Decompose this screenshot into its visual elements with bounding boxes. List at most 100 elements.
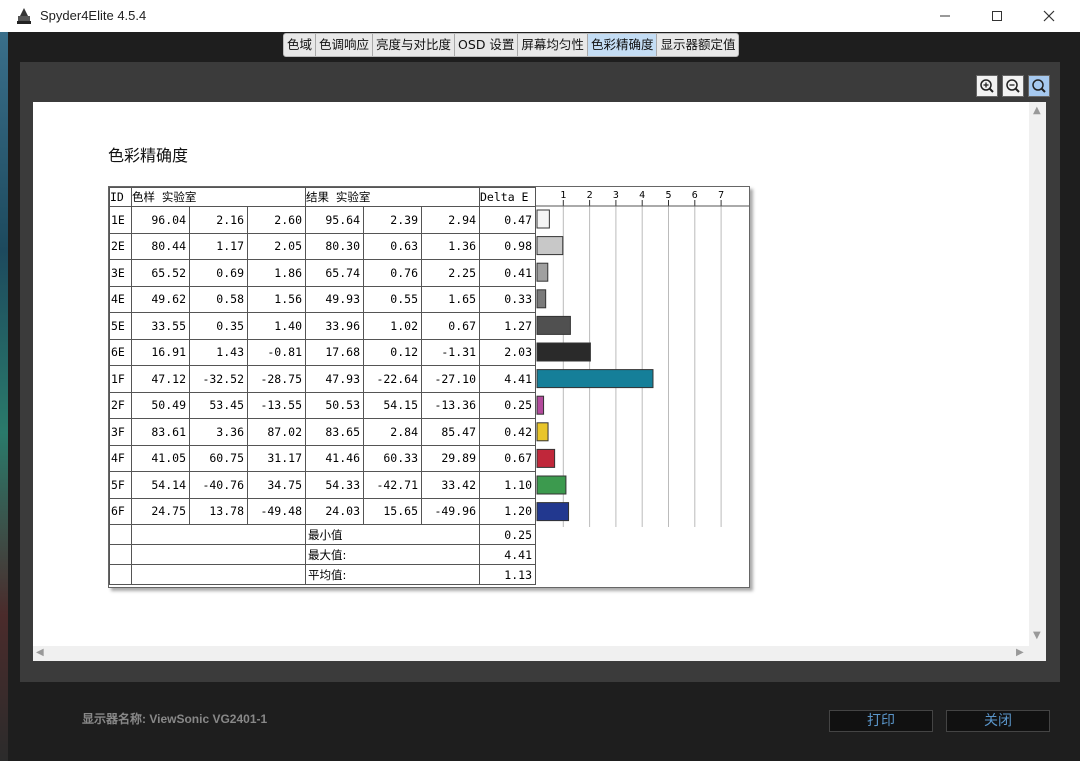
sample-a: 0.58 — [189, 285, 248, 313]
stat-value: 4.41 — [479, 544, 536, 565]
horizontal-scrollbar[interactable]: ◀ ▶ — [33, 646, 1029, 661]
stat-blank — [109, 564, 132, 585]
row-id: 1F — [109, 365, 132, 393]
delta-e-bar-5E — [536, 315, 571, 335]
delta-e-value: 0.42 — [479, 418, 536, 446]
table-row: 5E 33.55 0.35 1.40 33.96 1.02 0.67 1.27 — [109, 312, 536, 340]
tab-5[interactable]: 色彩精确度 — [587, 34, 658, 56]
tab-3[interactable]: OSD 设置 — [455, 34, 519, 56]
sample-l: 16.91 — [131, 338, 190, 366]
result-b: 1.65 — [421, 285, 480, 313]
stat-label: 最小值 — [305, 524, 480, 545]
result-a: 2.84 — [363, 418, 422, 446]
stat-label: 平均值: — [305, 564, 480, 585]
close-button[interactable]: 关闭 — [946, 710, 1050, 732]
delta-e-bar-3E — [536, 262, 549, 282]
sample-b: -0.81 — [247, 338, 306, 366]
delta-e-bar-1E — [536, 209, 550, 229]
result-a: -42.71 — [363, 471, 422, 499]
stat-blank — [109, 544, 132, 565]
delta-e-value: 0.47 — [479, 206, 536, 234]
delta-e-value: 0.98 — [479, 232, 536, 260]
delta-e-value: 0.33 — [479, 285, 536, 313]
result-b: -1.31 — [421, 338, 480, 366]
zoom-out-button[interactable] — [1002, 75, 1024, 97]
result-l: 80.30 — [305, 232, 364, 260]
vertical-scrollbar[interactable]: ▲ ▼ — [1029, 102, 1046, 646]
delta-e-value: 2.03 — [479, 338, 536, 366]
sample-a: -40.76 — [189, 471, 248, 499]
spyder-app-icon — [17, 8, 31, 24]
scroll-left-icon[interactable]: ◀ — [36, 647, 44, 658]
axis-tick-label: 4 — [639, 190, 645, 201]
result-l: 54.33 — [305, 471, 364, 499]
zoom-fit-button[interactable] — [1028, 75, 1050, 97]
table-row: 6E 16.91 1.43 -0.81 17.68 0.12 -1.31 2.03 — [109, 338, 536, 366]
sample-l: 54.14 — [131, 471, 190, 499]
sample-b: 1.40 — [247, 312, 306, 340]
sample-l: 80.44 — [131, 232, 190, 260]
result-a: 1.02 — [363, 312, 422, 340]
result-l: 83.65 — [305, 418, 364, 446]
result-b: 85.47 — [421, 418, 480, 446]
stat-row: 平均值: 1.13 — [109, 564, 536, 585]
sample-l: 49.62 — [131, 285, 190, 313]
result-l: 33.96 — [305, 312, 364, 340]
tab-2[interactable]: 亮度与对比度 — [373, 34, 456, 56]
scroll-up-icon[interactable]: ▲ — [1033, 105, 1041, 116]
sample-l: 24.75 — [131, 497, 190, 525]
tab-6[interactable]: 显示器额定值 — [657, 34, 738, 56]
delta-e-value: 0.41 — [479, 259, 536, 287]
row-id: 5F — [109, 471, 132, 499]
table-row: 1F 47.12 -32.52 -28.75 47.93 -22.64 -27.10 4.41 — [109, 365, 536, 393]
stat-value: 0.25 — [479, 524, 536, 545]
stat-blank — [131, 544, 306, 565]
sample-b: 1.86 — [247, 259, 306, 287]
stat-blank — [109, 524, 132, 545]
sample-a: -32.52 — [189, 365, 248, 393]
result-l: 50.53 — [305, 391, 364, 419]
tab-4[interactable]: 屏幕均匀性 — [518, 34, 588, 56]
result-l: 49.93 — [305, 285, 364, 313]
result-b: 2.25 — [421, 259, 480, 287]
result-a: 2.39 — [363, 206, 422, 234]
scroll-right-icon[interactable]: ▶ — [1016, 647, 1024, 658]
sample-b: 87.02 — [247, 418, 306, 446]
print-button[interactable]: 打印 — [829, 710, 933, 732]
minimize-button[interactable] — [922, 0, 968, 32]
result-a: 0.55 — [363, 285, 422, 313]
sample-l: 65.52 — [131, 259, 190, 287]
delta-e-bar-4E — [536, 289, 547, 309]
tab-1[interactable]: 色调响应 — [316, 34, 374, 56]
table-header-row: ID 色样 实验室 结果 实验室 Delta E — [109, 187, 536, 207]
table-row: 3E 65.52 0.69 1.86 65.74 0.76 2.25 0.41 — [109, 259, 536, 287]
result-b: -13.36 — [421, 391, 480, 419]
table-row: 4F 41.05 60.75 31.17 41.46 60.33 29.89 0.67 — [109, 444, 536, 472]
close-window-button[interactable] — [1026, 0, 1072, 32]
stat-row: 最大值: 4.41 — [109, 544, 536, 565]
sample-b: 31.17 — [247, 444, 306, 472]
table-row: 1E 96.04 2.16 2.60 95.64 2.39 2.94 0.47 — [109, 206, 536, 234]
maximize-button[interactable] — [974, 0, 1020, 32]
display-name-label: 显示器名称: ViewSonic VG2401-1 — [82, 712, 268, 726]
sample-b: -13.55 — [247, 391, 306, 419]
zoom-fit-icon — [1032, 79, 1046, 93]
sample-b: -49.48 — [247, 497, 306, 525]
delta-e-bar-6F — [536, 502, 570, 522]
table-row: 6F 24.75 13.78 -49.48 24.03 15.65 -49.96 1.20 — [109, 497, 536, 525]
axis-tick-label: 5 — [665, 190, 671, 201]
delta-e-bar-3F — [536, 422, 549, 442]
stat-blank — [131, 524, 306, 545]
maximize-icon — [992, 11, 1002, 21]
close-icon — [1043, 10, 1055, 22]
result-l: 41.46 — [305, 444, 364, 472]
stat-row: 最小值 0.25 — [109, 524, 536, 545]
header-delta: Delta E — [479, 187, 536, 207]
zoom-in-button[interactable] — [976, 75, 998, 97]
zoom-in-icon — [980, 79, 994, 93]
zoom-out-icon — [1006, 79, 1020, 93]
sample-l: 47.12 — [131, 365, 190, 393]
scroll-down-icon[interactable]: ▼ — [1033, 630, 1041, 641]
tab-0[interactable]: 色域 — [284, 34, 317, 56]
delta-e-bar-2E — [536, 236, 564, 256]
